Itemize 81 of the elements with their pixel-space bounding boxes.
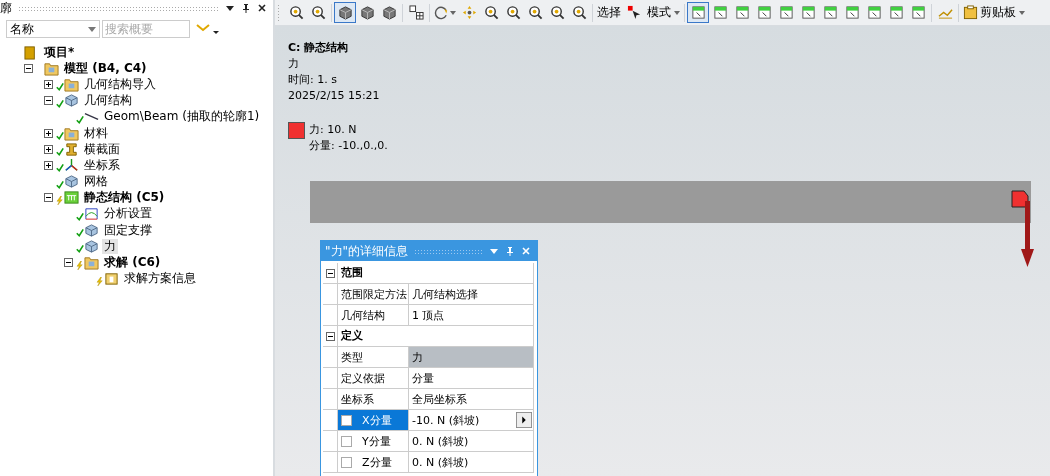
info-icon	[104, 271, 119, 287]
expander-icon[interactable]	[43, 193, 53, 203]
tree-item[interactable]: 项目*	[42, 44, 77, 60]
cube-icon	[84, 238, 99, 254]
property-value[interactable]: 分量	[409, 368, 534, 388]
group-header[interactable]: 定义	[337, 326, 534, 346]
expander-icon[interactable]	[43, 128, 53, 138]
tree-item[interactable]: 模型 (B4, C4)	[62, 60, 149, 76]
tree-item[interactable]: 求解 (C6)	[102, 255, 163, 271]
folder-icon	[64, 76, 79, 92]
caret-icon[interactable]	[88, 26, 96, 32]
filter-dropdown[interactable]: 名称	[6, 20, 100, 38]
group-header[interactable]: 范围	[337, 263, 534, 283]
collapse-icon[interactable]	[325, 331, 335, 341]
tree-item[interactable]: 分析设置	[102, 206, 154, 222]
static-icon	[64, 190, 79, 206]
caret-icon[interactable]	[674, 10, 680, 15]
expander-icon[interactable]	[43, 160, 53, 170]
chevron-icon[interactable]	[196, 23, 220, 35]
analysis-icon	[84, 206, 99, 222]
tree-item[interactable]: Geom\Beam (抽取的轮廓1)	[102, 109, 262, 125]
expander-icon[interactable]	[23, 63, 33, 73]
checkbox[interactable]	[341, 414, 352, 426]
caret-icon[interactable]	[450, 10, 456, 15]
info-text: 时间: 1. s	[288, 72, 338, 88]
tree-item[interactable]: 静态结构 (C5)	[82, 190, 167, 206]
property-value[interactable]: 几何结构选择	[409, 284, 534, 304]
checkbox[interactable]	[341, 456, 352, 468]
dropdown-icon[interactable]	[225, 3, 235, 13]
property-value[interactable]: -10. N (斜坡)	[409, 410, 534, 430]
cubes-icon	[64, 93, 79, 109]
clipboard-icon[interactable]	[963, 5, 978, 20]
ibeam-icon	[64, 141, 79, 157]
property-name[interactable]: 几何结构	[337, 305, 409, 325]
property-name[interactable]: Z分量	[337, 452, 409, 472]
folder-icon	[44, 60, 59, 76]
tree-item[interactable]: 材料	[82, 125, 110, 141]
expander-icon[interactable]	[63, 258, 73, 268]
property-name[interactable]: 范围限定方法	[337, 284, 409, 304]
close-icon[interactable]	[257, 3, 267, 13]
property-value[interactable]: 全局坐标系	[409, 389, 534, 409]
tree-item[interactable]: 几何结构导入	[82, 76, 158, 92]
axes-icon	[64, 157, 79, 173]
tree-item[interactable]: 坐标系	[82, 157, 122, 173]
info-text: 力	[288, 56, 300, 72]
caret-icon[interactable]	[1019, 10, 1025, 15]
expander-icon[interactable]	[43, 79, 53, 89]
legend-text: 力: 10. N	[309, 122, 358, 138]
toolbar-menu[interactable]: 选择	[595, 4, 623, 21]
property-name[interactable]: Y分量	[337, 431, 409, 451]
tree-item[interactable]: 几何结构	[82, 93, 134, 109]
property-name[interactable]: X分量	[337, 410, 409, 430]
property-name[interactable]: 坐标系	[337, 389, 409, 409]
legend-text: 分量: -10.,0.,0.	[309, 138, 388, 154]
property-value[interactable]: 0. N (斜坡)	[409, 431, 534, 451]
folder-icon	[64, 125, 79, 141]
panel-title: 廓	[0, 0, 12, 17]
tree-item[interactable]: 求解方案信息	[122, 271, 198, 287]
tree-item[interactable]: 网格	[82, 174, 110, 190]
expander-icon[interactable]	[43, 96, 53, 106]
clipboard-button[interactable]: 剪贴板	[961, 4, 1027, 21]
cubes-icon	[64, 174, 79, 190]
tree-item[interactable]: 力	[102, 238, 118, 254]
pin-icon[interactable]	[241, 3, 251, 13]
search-field[interactable]: 搜索概要	[102, 20, 190, 38]
rotate-icon[interactable]	[434, 5, 449, 20]
panel-title: "力"的详细信息	[325, 242, 409, 260]
property-name[interactable]: 定义依据	[337, 368, 409, 388]
info-text: 2025/2/15 15:21	[288, 88, 381, 104]
property-value[interactable]: 力	[409, 347, 534, 367]
collapse-icon[interactable]	[325, 268, 335, 278]
expander-icon[interactable]	[43, 144, 53, 154]
folder-icon	[84, 255, 99, 271]
tree-item[interactable]: 固定支撑	[102, 222, 154, 238]
tree-item[interactable]: 横截面	[82, 141, 122, 157]
toolbar-menu[interactable]: 模式	[645, 4, 682, 21]
property-value[interactable]: 0. N (斜坡)	[409, 452, 534, 472]
property-value[interactable]: 1 顶点	[409, 305, 534, 325]
cube-icon	[84, 222, 99, 238]
analysis-title: C: 静态结构	[288, 40, 350, 56]
checkbox[interactable]	[341, 435, 352, 447]
